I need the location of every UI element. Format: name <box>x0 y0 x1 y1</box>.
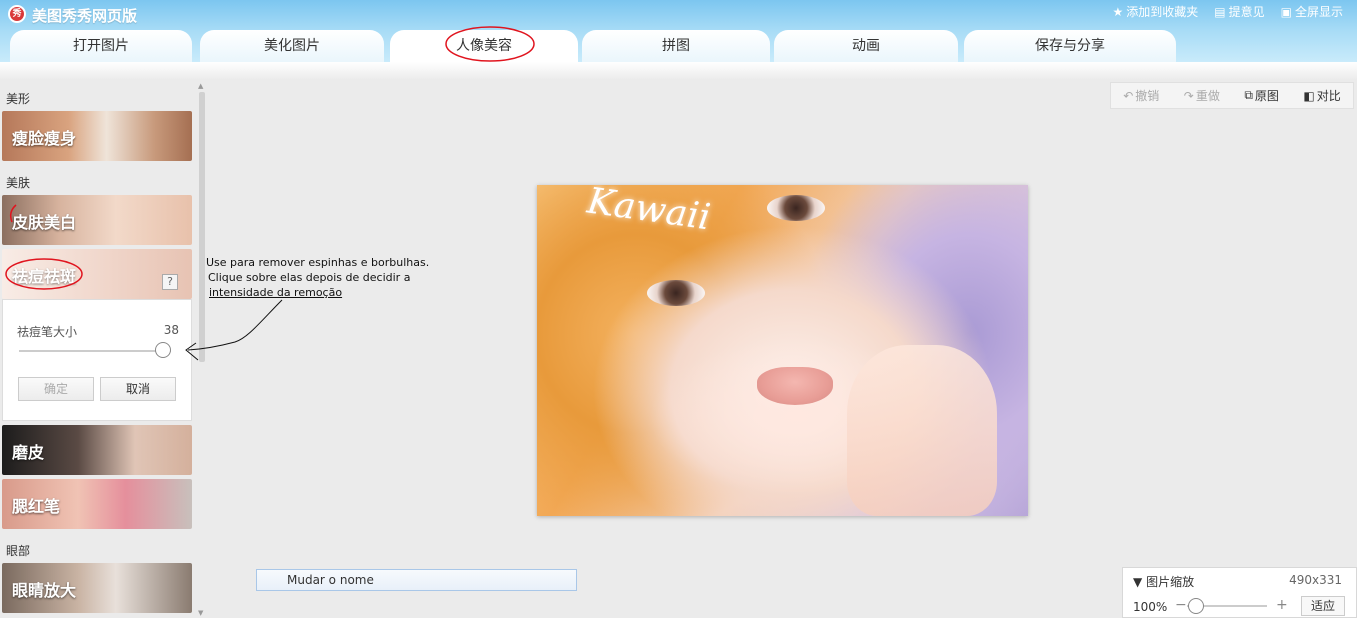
feature-label: 祛痘祛斑 <box>12 267 77 286</box>
feature-panel-scrollbar[interactable]: ▲ ▼ <box>197 82 207 618</box>
section-title-skin: 美肤 <box>6 176 31 190</box>
feature-skin-whitening[interactable]: 皮肤美白 <box>2 195 192 245</box>
fullscreen-label: 全屏显示 <box>1294 5 1343 19</box>
tab-content-header <box>0 62 1357 80</box>
undo-button[interactable]: ↶ 撤销 <box>1123 87 1159 104</box>
tab-save-share[interactable]: 保存与分享 <box>964 30 1176 62</box>
annotation-note: Use para remover espinhas e borbulhas. C… <box>206 255 429 300</box>
feature-slim-face[interactable]: 瘦脸瘦身 <box>2 111 192 161</box>
compare-label: 对比 <box>1316 89 1341 103</box>
add-favorite-link[interactable]: ★ 添加到收藏夹 <box>1113 3 1199 20</box>
edit-toolbar: ↶ 撤销 ↷ 重做 ⧉ 原图 ◧ 对比 <box>1110 82 1354 109</box>
compare-icon: ◧ <box>1303 88 1315 103</box>
app-logo-icon: 秀 <box>8 5 26 23</box>
zoom-percent: 100% <box>1133 600 1168 614</box>
annotation-line: intensidade da remoção <box>209 286 343 299</box>
undo-icon: ↶ <box>1123 88 1134 103</box>
photo-sticker-text: Kawaii <box>584 185 713 239</box>
section-title-eyes: 眼部 <box>6 544 31 558</box>
brush-size-label: 祛痘笔大小 <box>17 325 78 339</box>
star-icon: ★ <box>1112 4 1124 19</box>
top-links: ★ 添加到收藏夹 ▤ 提意见 ▣ 全屏显示 <box>1113 3 1344 20</box>
feature-smooth-skin[interactable]: 磨皮 <box>2 425 192 475</box>
redo-label: 重做 <box>1195 89 1220 103</box>
feature-blush-brush[interactable]: 腮红笔 <box>2 479 192 529</box>
annotation-line: Clique sobre elas depois de decidir a <box>208 271 411 284</box>
acne-brush-panel: 祛痘笔大小 38 确定 取消 <box>2 299 192 421</box>
zoom-panel: ▼ 图片缩放 490x331 100% − + 适应 <box>1122 567 1357 618</box>
original-image-icon: ⧉ <box>1244 88 1253 102</box>
feedback-icon: ▤ <box>1214 4 1226 19</box>
brush-size-track[interactable] <box>19 350 171 352</box>
photo-hand <box>847 345 997 516</box>
feature-label: 眼睛放大 <box>12 581 77 600</box>
tab-animation[interactable]: 动画 <box>774 30 958 62</box>
feature-label: 磨皮 <box>12 443 45 462</box>
help-button[interactable]: ? <box>162 274 178 290</box>
feedback-link[interactable]: ▤ 提意见 <box>1214 3 1264 20</box>
photo-eye-left <box>647 280 705 306</box>
tab-collage[interactable]: 拼图 <box>582 30 770 62</box>
image-dimensions: 490x331 <box>1289 573 1342 587</box>
feature-label: 腮红笔 <box>12 497 61 516</box>
scrollbar-thumb[interactable] <box>199 92 205 362</box>
scroll-down-icon[interactable]: ▼ <box>198 609 203 617</box>
collapse-arrow-icon: ▼ <box>1133 575 1143 589</box>
fullscreen-icon: ▣ <box>1280 4 1292 19</box>
zoom-title[interactable]: ▼ 图片缩放 <box>1133 573 1194 590</box>
photo-lips <box>757 367 833 405</box>
edited-photo[interactable]: Kawaii <box>537 185 1028 516</box>
annotation-line: Use para remover espinhas e borbulhas. <box>206 256 430 269</box>
tab-open-image[interactable]: 打开图片 <box>10 30 192 62</box>
photo-eye-right <box>767 195 825 221</box>
scroll-up-icon[interactable]: ▲ <box>198 82 203 90</box>
feature-label: 瘦脸瘦身 <box>12 129 77 148</box>
redo-icon: ↷ <box>1183 88 1194 103</box>
original-label: 原图 <box>1254 89 1279 103</box>
feedback-label: 提意见 <box>1228 5 1265 19</box>
redo-button[interactable]: ↷ 重做 <box>1184 87 1220 104</box>
zoom-in-button[interactable]: + <box>1276 597 1288 613</box>
tab-beautify[interactable]: 美化图片 <box>200 30 384 62</box>
fullscreen-link[interactable]: ▣ 全屏显示 <box>1281 3 1343 20</box>
zoom-out-button[interactable]: − <box>1175 597 1187 613</box>
brush-size-slider-thumb[interactable] <box>155 342 172 358</box>
original-button[interactable]: ⧉ 原图 <box>1244 87 1279 104</box>
main-tabs: 打开图片 美化图片 人像美容 拼图 动画 保存与分享 <box>0 30 1357 62</box>
cancel-button[interactable]: 取消 <box>100 377 176 401</box>
confirm-button[interactable]: 确定 <box>18 377 94 401</box>
tab-portrait[interactable]: 人像美容 <box>390 30 578 62</box>
undo-label: 撤销 <box>1135 89 1160 103</box>
section-title-shape: 美形 <box>6 92 31 106</box>
app-title: 美图秀秀网页版 <box>32 7 138 25</box>
add-favorite-label: 添加到收藏夹 <box>1126 5 1199 19</box>
zoom-title-label: 图片缩放 <box>1146 575 1195 589</box>
compare-button[interactable]: ◧ 对比 <box>1303 87 1340 104</box>
feature-eye-enlarge[interactable]: 眼睛放大 <box>2 563 192 613</box>
zoom-slider-thumb[interactable] <box>1188 598 1204 614</box>
fit-button[interactable]: 适应 <box>1301 596 1345 616</box>
rename-field[interactable]: Mudar o nome <box>256 569 577 591</box>
brush-size-value: 38 <box>163 323 179 337</box>
feature-label: 皮肤美白 <box>12 213 77 232</box>
top-bar: 秀 美图秀秀网页版 ★ 添加到收藏夹 ▤ 提意见 ▣ 全屏显示 打开图片 美化图… <box>0 0 1357 62</box>
